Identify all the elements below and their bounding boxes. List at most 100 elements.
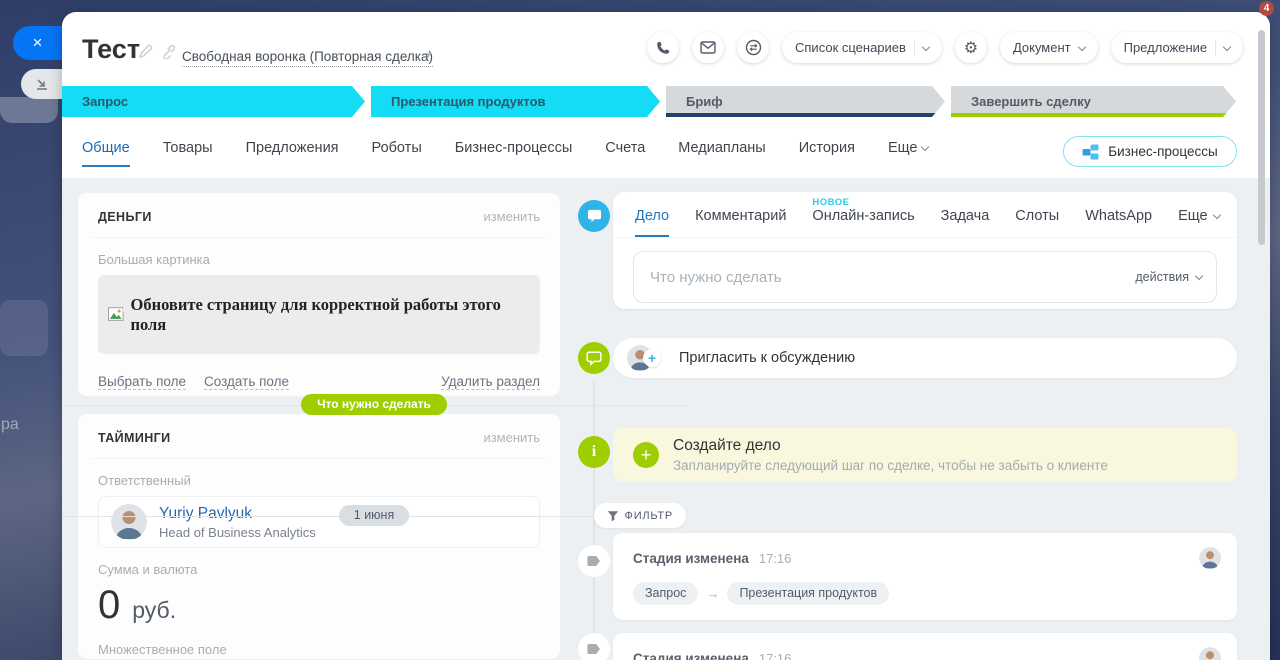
document-dropdown[interactable]: Документ (1000, 32, 1098, 63)
stage-tag-icon (587, 643, 601, 655)
deal-tabs: Общие Товары Предложения Роботы Бизнес-п… (82, 140, 928, 167)
avatar (1199, 547, 1221, 569)
settings-button[interactable]: ⚙ (955, 32, 987, 63)
funnel-dropdown-arrow-icon[interactable]: ▾ (426, 50, 431, 61)
phone-icon (655, 40, 671, 56)
call-button[interactable] (647, 32, 679, 63)
chat-bubble-icon (587, 209, 602, 223)
composer-actions-dropdown[interactable]: действия (1135, 270, 1202, 284)
amount-currency: руб. (132, 597, 176, 624)
tab-products[interactable]: Товары (163, 140, 213, 167)
divider (613, 237, 1237, 238)
filter-button[interactable]: ФИЛЬТР (594, 503, 686, 528)
tab-more-label: Еще (888, 140, 918, 156)
timeline-tab-slots[interactable]: Слоты (1015, 208, 1059, 237)
stage-close-deal[interactable]: Завершить сделку (951, 86, 1236, 117)
new-badge: НОВОЕ (812, 197, 849, 208)
amount-value: 0 (98, 583, 120, 628)
todo-separator: Что нужно сделать (62, 394, 686, 415)
stage-brief[interactable]: Бриф (666, 86, 945, 117)
offer-dropdown[interactable]: Предложение (1111, 32, 1244, 63)
big-picture-field: Обновите страницу для корректной работы … (98, 275, 540, 354)
add-activity-button[interactable]: + (633, 442, 659, 468)
money-section-card: ДЕНЬГИ изменить Большая картинка Обновит… (77, 192, 561, 397)
tab-more[interactable]: Еще (888, 140, 929, 167)
deal-content-area: ДЕНЬГИ изменить Большая картинка Обновит… (62, 178, 1270, 660)
chevron-down-icon (921, 143, 929, 151)
timeline-tab-label: Онлайн-запись (812, 208, 914, 224)
avatar (1199, 647, 1221, 660)
create-field-link[interactable]: Создать поле (204, 374, 289, 390)
chevron-down-icon (922, 42, 930, 50)
field-label: Ответственный (98, 473, 540, 488)
date-separator-row: 1 июня ФИЛЬТР (62, 505, 686, 526)
stage-from-badge: Запрос (633, 582, 698, 605)
timeline-tab-more[interactable]: Еще (1178, 208, 1220, 237)
tab-robots[interactable]: Роботы (372, 140, 422, 167)
scenario-list-label: Список сценариев (795, 40, 906, 55)
timeline-info-icon: i (578, 436, 610, 468)
timeline-stage-icon (578, 545, 610, 577)
notification-badge[interactable]: 4 (1259, 1, 1274, 16)
tab-mediaplans[interactable]: Медиапланы (678, 140, 765, 167)
timeline-entry-stage-changed[interactable]: Стадия изменена 17:16 (613, 633, 1237, 660)
entry-title: Стадия изменена (633, 651, 749, 660)
chevron-down-icon (1212, 211, 1220, 219)
timeline-entry-stage-changed[interactable]: Стадия изменена 17:16 Запрос → Презентац… (613, 533, 1237, 620)
invite-to-discussion-row[interactable]: + Пригласить к обсуждению (613, 338, 1237, 378)
chat-icon (745, 39, 762, 56)
todo-input[interactable] (650, 269, 1135, 286)
timeline-tab-comment[interactable]: Комментарий (695, 208, 786, 237)
date-separator: 1 июня (339, 505, 409, 526)
timeline-comment-icon (578, 342, 610, 374)
background-blur-shape (0, 97, 58, 123)
close-slider-button[interactable]: × (13, 26, 62, 60)
timeline-tab-online-booking[interactable]: НОВОЕ Онлайн-запись (812, 208, 914, 237)
close-icon: × (33, 33, 43, 53)
tab-general[interactable]: Общие (82, 140, 130, 167)
tab-history[interactable]: История (799, 140, 855, 167)
timeline-composer-card: Дело Комментарий НОВОЕ Онлайн-запись Зад… (613, 192, 1237, 309)
edit-pencil-icon[interactable] (138, 44, 153, 59)
chevron-down-icon (1077, 42, 1085, 50)
gear-icon: ⚙ (964, 38, 978, 58)
offer-label: Предложение (1124, 40, 1208, 55)
dock-arrow-icon (35, 77, 49, 91)
comment-bubble-icon (586, 351, 602, 366)
chevron-down-icon (1223, 42, 1231, 50)
minimize-slider-button[interactable] (21, 69, 62, 99)
scenario-list-dropdown[interactable]: Список сценариев (782, 32, 942, 63)
email-button[interactable] (692, 32, 724, 63)
entry-time: 17:16 (759, 551, 792, 566)
tab-invoices[interactable]: Счета (605, 140, 645, 167)
broken-field-text: Обновите страницу для корректной работы … (131, 295, 531, 335)
funnel-selector[interactable]: Свободная воронка (Повторная сделка) (182, 49, 433, 67)
delete-section-link[interactable]: Удалить раздел (441, 374, 540, 390)
business-process-button[interactable]: Бизнес-процессы (1063, 136, 1237, 167)
open-line-chat-button[interactable] (737, 32, 769, 63)
tab-business-processes[interactable]: Бизнес-процессы (455, 140, 573, 167)
timeline-tab-activity[interactable]: Дело (635, 208, 669, 237)
timeline-tab-task[interactable]: Задача (941, 208, 990, 237)
stage-presentation[interactable]: Презентация продуктов (371, 86, 660, 117)
stage-tag-icon (587, 555, 601, 567)
tab-offers[interactable]: Предложения (246, 140, 339, 167)
copy-link-icon[interactable] (161, 44, 176, 59)
timeline-tab-whatsapp[interactable]: WhatsApp (1085, 208, 1152, 237)
create-activity-hint-card: + Создайте дело Запланируйте следующий ш… (613, 428, 1237, 482)
divider (914, 40, 915, 56)
todo-pill-button[interactable]: Что нужно сделать (301, 394, 447, 415)
add-participant-icon[interactable]: + (643, 349, 661, 367)
edit-section-link[interactable]: изменить (483, 430, 540, 445)
divider (92, 458, 546, 459)
composer-actions-label: действия (1135, 270, 1189, 284)
vertical-scrollbar[interactable] (1258, 30, 1265, 245)
stage-request[interactable]: Запрос (62, 86, 365, 117)
edit-section-link[interactable]: изменить (483, 209, 540, 224)
select-field-link[interactable]: Выбрать поле (98, 374, 186, 390)
background-text-fragment: ра (1, 416, 19, 434)
field-label: Большая картинка (98, 252, 540, 267)
hint-title: Создайте дело (673, 437, 1108, 455)
timeline-tab-more-label: Еще (1178, 208, 1208, 224)
stage-to-badge: Презентация продуктов (727, 582, 889, 605)
